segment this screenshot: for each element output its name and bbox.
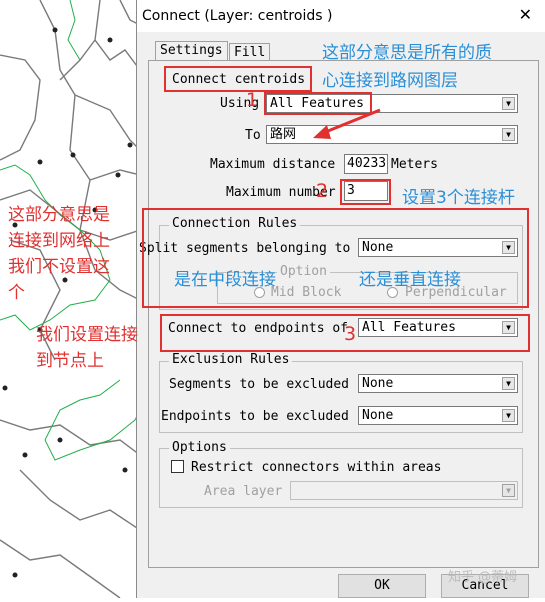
options-title: Options — [169, 440, 230, 455]
annotation-blue-max: 设置3个连接杆 — [402, 188, 515, 208]
annotation-red-left-line3: 我们不设置这 — [8, 257, 110, 277]
restrict-label: Restrict connectors within areas — [191, 460, 442, 475]
annotation-red-bottom-line2: 到节点上 — [36, 351, 104, 371]
annotation-red-left-line1: 这部分意思是 — [8, 205, 110, 225]
dialog-title: Connect (Layer: centroids ) — [142, 8, 333, 24]
annotation-red-left-line2: 连接到网络上 — [8, 231, 110, 251]
annotation-box-connection-rules — [142, 208, 529, 308]
ok-button[interactable]: OK — [338, 574, 426, 598]
segments-excluded-label: Segments to be excluded — [169, 377, 350, 392]
restrict-checkbox[interactable] — [171, 460, 184, 473]
max-distance-input[interactable]: 40233 — [344, 154, 388, 174]
chevron-down-icon[interactable]: ▼ — [502, 97, 515, 110]
chevron-down-icon[interactable]: ▼ — [502, 409, 515, 422]
to-value: 路网 — [270, 127, 297, 142]
to-label: To — [245, 128, 261, 143]
annotation-number-2: 2 — [316, 180, 329, 202]
annotation-red-bottom-line1: 我们设置连接 — [36, 325, 138, 345]
endpoints-excluded-select[interactable]: None ▼ — [358, 406, 518, 425]
close-icon[interactable]: ✕ — [519, 5, 532, 24]
annotation-blue-perp: 还是垂直连接 — [359, 270, 461, 290]
annotation-blue-top-line2: 心连接到路网图层 — [322, 71, 458, 91]
area-layer-label: Area layer — [204, 484, 283, 499]
chevron-down-icon: ▼ — [502, 484, 515, 497]
segments-excluded-value: None — [362, 376, 394, 391]
chevron-down-icon[interactable]: ▼ — [502, 128, 515, 141]
endpoints-excluded-value: None — [362, 408, 394, 423]
max-distance-unit: Meters — [391, 157, 438, 172]
watermark: 知乎 @蒂姆 — [448, 570, 518, 585]
area-layer-select[interactable]: ▼ — [290, 481, 518, 500]
chevron-down-icon[interactable]: ▼ — [502, 377, 515, 390]
segments-excluded-select[interactable]: None ▼ — [358, 374, 518, 393]
annotation-arrow — [313, 108, 381, 139]
title-bar: Connect (Layer: centroids ) ✕ — [137, 0, 545, 32]
annotation-blue-top-line1: 这部分意思是所有的质 — [322, 43, 492, 63]
endpoints-excluded-label: Endpoints to be excluded — [161, 409, 349, 424]
max-distance-label: Maximum distance — [210, 157, 336, 172]
annotation-red-left-line4: 个 — [8, 283, 25, 303]
tab-fill-label: Fill — [234, 45, 266, 60]
annotation-box-max-number — [340, 179, 391, 205]
tab-settings-label: Settings — [160, 43, 223, 58]
exclusion-rules-title: Exclusion Rules — [169, 352, 293, 367]
annotation-blue-mid: 是在中段连接 — [174, 270, 276, 290]
annotation-number-1: 1 — [246, 89, 259, 111]
annotation-number-3: 3 — [344, 323, 357, 345]
to-select[interactable]: 路网 ▼ — [266, 125, 518, 144]
annotation-box-connect-centroids — [164, 66, 312, 92]
